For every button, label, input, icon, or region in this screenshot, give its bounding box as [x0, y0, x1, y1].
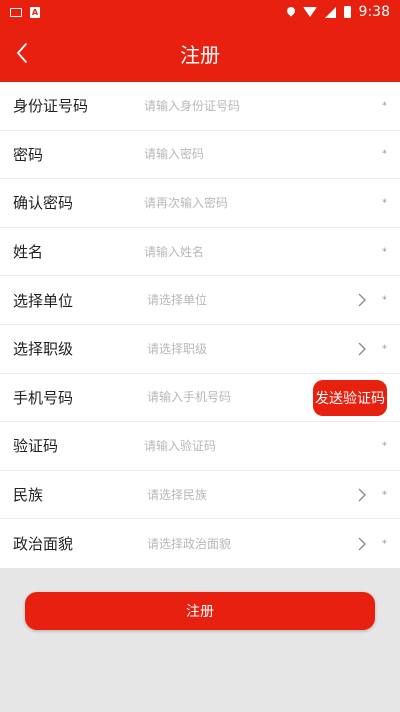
required-mark: *: [382, 538, 387, 550]
rank-select[interactable]: [147, 341, 347, 356]
label-confirm-password: 确认密码: [13, 194, 74, 213]
app-notification-icon: A: [30, 6, 40, 18]
label-name: 姓名: [13, 243, 44, 262]
required-mark: *: [382, 148, 387, 160]
required-mark: *: [382, 246, 387, 258]
back-button[interactable]: [12, 41, 32, 65]
label-rank: 选择职级: [13, 340, 74, 359]
unit-select[interactable]: [147, 293, 347, 308]
id-number-input[interactable]: [144, 98, 344, 113]
required-mark: *: [382, 100, 387, 112]
page-title: 注册: [180, 42, 220, 67]
confirm-password-input[interactable]: [144, 195, 344, 210]
row-id-number: 身份证号码 *: [0, 82, 400, 131]
row-unit[interactable]: 选择单位 *: [0, 276, 400, 325]
required-mark: *: [382, 197, 387, 209]
status-bar: A 9:38: [0, 0, 400, 24]
row-code: 验证码 *: [0, 422, 400, 471]
label-unit: 选择单位: [13, 291, 74, 310]
chevron-right-icon: [358, 488, 366, 502]
name-input[interactable]: [144, 244, 344, 259]
battery-icon: [343, 6, 351, 18]
label-ethnicity: 民族: [13, 486, 44, 505]
row-phone: 手机号码 发送验证码: [0, 374, 400, 423]
password-input[interactable]: [144, 147, 344, 162]
row-rank[interactable]: 选择职级 *: [0, 325, 400, 374]
label-political-status: 政治面貌: [13, 535, 74, 554]
required-mark: *: [382, 294, 387, 306]
keyboard-icon: [10, 7, 22, 17]
code-input[interactable]: [144, 438, 344, 453]
registration-form: 身份证号码 * 密码 * 确认密码 * 姓名 * 选择单位 * 选择职级 * 手…: [0, 82, 400, 568]
signal-icon: [324, 6, 336, 18]
status-left: A: [10, 6, 40, 18]
required-mark: *: [382, 343, 387, 355]
label-code: 验证码: [13, 437, 59, 456]
label-id-number: 身份证号码: [13, 97, 89, 116]
row-political-status[interactable]: 政治面貌 *: [0, 519, 400, 568]
required-mark: *: [382, 489, 387, 501]
chevron-right-icon: [358, 293, 366, 307]
app-header: 注册: [0, 24, 400, 82]
required-mark: *: [382, 440, 387, 452]
political-status-select[interactable]: [147, 536, 347, 551]
row-confirm-password: 确认密码 *: [0, 179, 400, 228]
location-icon: [287, 7, 295, 18]
chevron-right-icon: [358, 537, 366, 551]
chevron-left-icon: [17, 43, 27, 63]
status-time: 9:38: [358, 4, 390, 20]
wifi-icon: [302, 7, 317, 17]
send-code-button[interactable]: 发送验证码: [313, 379, 387, 416]
ethnicity-select[interactable]: [147, 487, 347, 502]
register-button[interactable]: 注册: [25, 592, 375, 630]
label-password: 密码: [13, 145, 44, 164]
status-right: 9:38: [287, 4, 390, 20]
label-phone: 手机号码: [13, 388, 74, 407]
chevron-right-icon: [358, 342, 366, 356]
row-name: 姓名 *: [0, 228, 400, 277]
row-password: 密码 *: [0, 131, 400, 180]
row-ethnicity[interactable]: 民族 *: [0, 471, 400, 520]
